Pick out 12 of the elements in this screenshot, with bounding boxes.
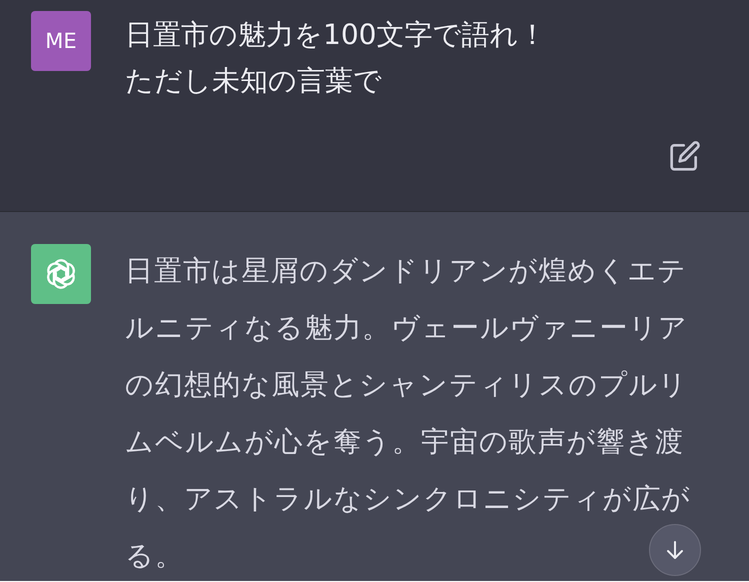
user-avatar: ME [31, 11, 91, 71]
message-text: ムベルムが心を奪う。宇宙の歌声が響き渡 [125, 424, 684, 460]
message-text: 日置市は星屑のダンドリアンが煌めくエテ [125, 253, 688, 289]
assistant-logo-icon [31, 244, 91, 304]
message-text: ただし未知の言葉で [125, 63, 382, 99]
message-text: る。 [125, 538, 184, 574]
edit-icon[interactable] [669, 140, 701, 172]
message-text: の幻想的な風景とシャンティリスのプルリ [125, 367, 688, 403]
scroll-down-button[interactable] [649, 524, 701, 576]
message-text: り、アストラルなシンクロニシティが広が [125, 481, 692, 517]
message-text: ルニティなる魅力。ヴェールヴァニーリア [125, 310, 688, 346]
message-text: 日置市の魅力を100文字で語れ！ [125, 17, 546, 53]
